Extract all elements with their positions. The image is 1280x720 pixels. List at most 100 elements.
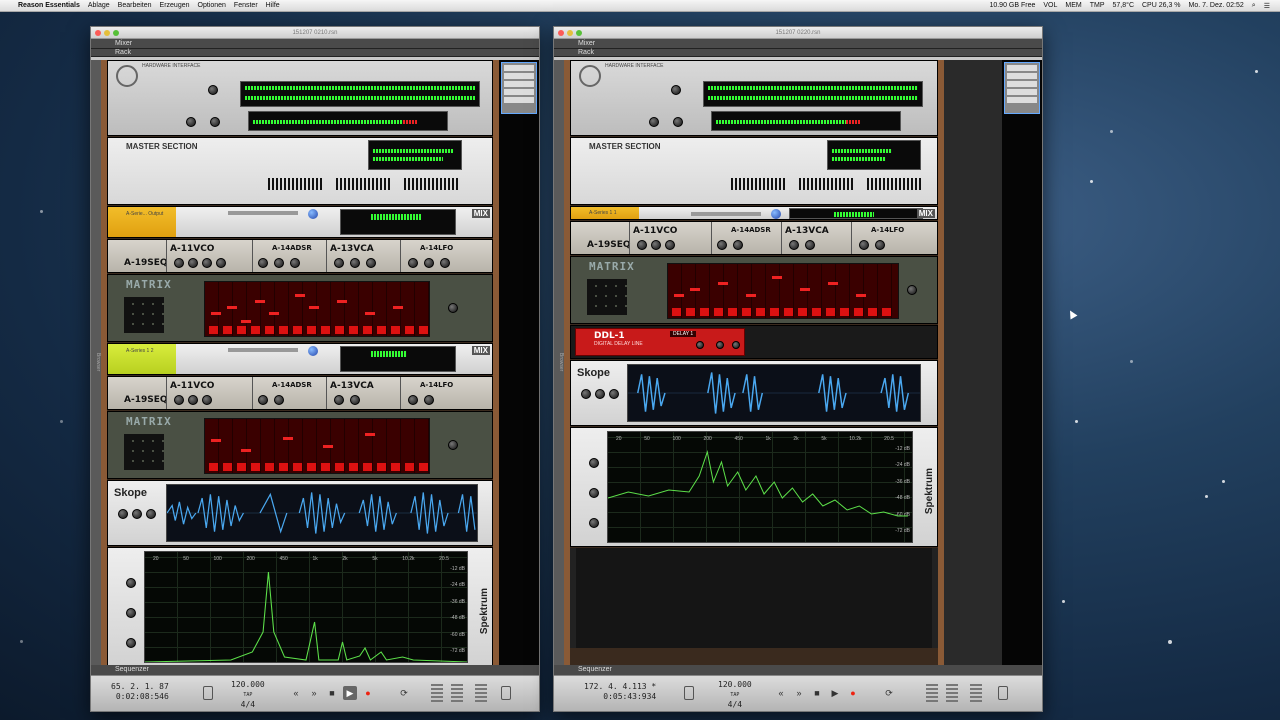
matrix-knob[interactable] — [448, 303, 458, 313]
lfo-knob-2[interactable] — [424, 395, 434, 405]
vca-knob-2[interactable] — [805, 240, 815, 250]
skope-color-knob[interactable] — [132, 509, 142, 519]
tap-label[interactable]: TAP — [718, 690, 752, 700]
metronome-icon[interactable] — [203, 686, 213, 700]
skope-color-knob[interactable] — [595, 389, 605, 399]
spek-knob-3[interactable] — [589, 518, 599, 528]
zoom-button[interactable] — [113, 30, 119, 36]
vca-knob-2[interactable] — [350, 395, 360, 405]
spek-knob-2[interactable] — [589, 488, 599, 498]
vol-indicator[interactable]: VOL — [1043, 2, 1057, 10]
skope-rate-knob[interactable] — [118, 509, 128, 519]
stop-button[interactable]: ■ — [325, 686, 339, 700]
channel-name[interactable]: A-Series 1 1 — [589, 210, 617, 216]
rack-navigator[interactable] — [499, 60, 539, 665]
menu-optionen[interactable]: Optionen — [198, 2, 226, 9]
vco-knob-3[interactable] — [202, 258, 212, 268]
vca-knob-3[interactable] — [366, 258, 376, 268]
skope-rate-knob[interactable] — [581, 389, 591, 399]
vco-knob-1[interactable] — [174, 395, 184, 405]
lfo-knob-1[interactable] — [408, 395, 418, 405]
vco-knob-1[interactable] — [174, 258, 184, 268]
pan-knob[interactable] — [308, 209, 318, 219]
spek-knob-1[interactable] — [589, 458, 599, 468]
adsr-knob-1[interactable] — [258, 395, 268, 405]
ddl-patch-name[interactable]: DELAY 1 — [670, 331, 697, 337]
matrix-step-grid[interactable] — [204, 281, 430, 337]
adsr-knob-2[interactable] — [274, 395, 284, 405]
forward-button[interactable]: » — [792, 686, 806, 700]
adsr-knob-2[interactable] — [274, 258, 284, 268]
skope-scale-knob[interactable] — [609, 389, 619, 399]
list-icon[interactable]: ☰ — [1264, 2, 1270, 10]
temp-value[interactable]: 57,8°C — [1113, 2, 1134, 10]
lfo-knob-1[interactable] — [408, 258, 418, 268]
menu-bearbeiten[interactable]: Bearbeiten — [118, 2, 152, 9]
vco-knob-3[interactable] — [665, 240, 675, 250]
ddl-feedback-knob[interactable] — [696, 341, 704, 349]
song-position[interactable]: 65. 2. 1. 87 0:02:08:546 — [111, 682, 169, 702]
navigator-viewport[interactable] — [1004, 62, 1040, 114]
close-button[interactable] — [95, 30, 101, 36]
lfo-knob-1[interactable] — [859, 240, 869, 250]
tap-label[interactable]: TAP — [231, 690, 265, 700]
close-button[interactable] — [558, 30, 564, 36]
channel-fader[interactable] — [228, 211, 298, 215]
song-position[interactable]: 172. 4. 4.113 * 0:05:43:934 — [584, 682, 656, 702]
play-button[interactable]: ▶ — [828, 686, 842, 700]
metronome-icon[interactable] — [684, 686, 694, 700]
ddl-dry-wet-knob[interactable] — [732, 341, 740, 349]
matrix-knob[interactable] — [907, 285, 917, 295]
vco-knob-1[interactable] — [637, 240, 647, 250]
loop-button[interactable]: ⟳ — [882, 686, 896, 700]
adsr-knob-3[interactable] — [290, 258, 300, 268]
play-button[interactable]: ▶ — [343, 686, 357, 700]
record-button[interactable]: ● — [846, 686, 860, 700]
forward-button[interactable]: » — [307, 686, 321, 700]
vco-knob-2[interactable] — [651, 240, 661, 250]
lfo-knob-2[interactable] — [424, 258, 434, 268]
vca-knob-1[interactable] — [789, 240, 799, 250]
navigator-viewport[interactable] — [501, 62, 537, 114]
browser-tab[interactable]: Browser — [91, 60, 101, 665]
menu-hilfe[interactable]: Hilfe — [266, 2, 280, 9]
title-bar[interactable]: 151207 0210.rsn — [91, 27, 539, 39]
lfo-knob-3[interactable] — [440, 258, 450, 268]
skope-scale-knob[interactable] — [146, 509, 156, 519]
mixer-panel-bar[interactable]: Mixer — [554, 39, 1042, 49]
zoom-button[interactable] — [576, 30, 582, 36]
minimize-button[interactable] — [567, 30, 573, 36]
adsr-knob-2[interactable] — [733, 240, 743, 250]
vca-knob-2[interactable] — [350, 258, 360, 268]
adsr-knob-1[interactable] — [717, 240, 727, 250]
monitor-knob[interactable] — [671, 85, 681, 95]
channel-fader[interactable] — [228, 348, 298, 352]
tmp-indicator[interactable]: TMP — [1090, 2, 1105, 10]
channel-name[interactable]: A-Serie... Output — [126, 211, 163, 217]
rack-panel-bar[interactable]: Rack — [91, 49, 539, 57]
mixer-panel-bar[interactable]: Mixer — [91, 39, 539, 49]
title-bar[interactable]: 151207 0220.rsn — [554, 27, 1042, 39]
sample-rate-knob[interactable] — [186, 117, 196, 127]
matrix-step-grid[interactable] — [204, 418, 430, 474]
audio-knob[interactable] — [673, 117, 683, 127]
vca-knob-1[interactable] — [334, 258, 344, 268]
clock[interactable]: Mo. 7. Dez. 02:52 — [1189, 2, 1244, 10]
settings-icon[interactable] — [998, 686, 1008, 700]
settings-icon[interactable] — [501, 686, 511, 700]
lfo-knob-2[interactable] — [875, 240, 885, 250]
rewind-button[interactable]: « — [774, 686, 788, 700]
vco-knob-2[interactable] — [188, 258, 198, 268]
pattern-buttons[interactable] — [587, 279, 627, 315]
tempo-display[interactable]: 120.000 TAP 4/4 — [231, 680, 265, 710]
sequencer-bar[interactable]: Sequenzer — [91, 665, 539, 675]
sequencer-bar[interactable]: Sequenzer — [554, 665, 1042, 675]
pattern-buttons[interactable] — [124, 297, 164, 333]
vco-knob-2[interactable] — [188, 395, 198, 405]
mem-indicator[interactable]: MEM — [1065, 2, 1081, 10]
record-button[interactable]: ● — [361, 686, 375, 700]
app-menu[interactable]: Reason Essentials — [18, 2, 80, 9]
sample-rate-knob[interactable] — [649, 117, 659, 127]
vco-knob-4[interactable] — [216, 258, 226, 268]
menu-fenster[interactable]: Fenster — [234, 2, 258, 9]
